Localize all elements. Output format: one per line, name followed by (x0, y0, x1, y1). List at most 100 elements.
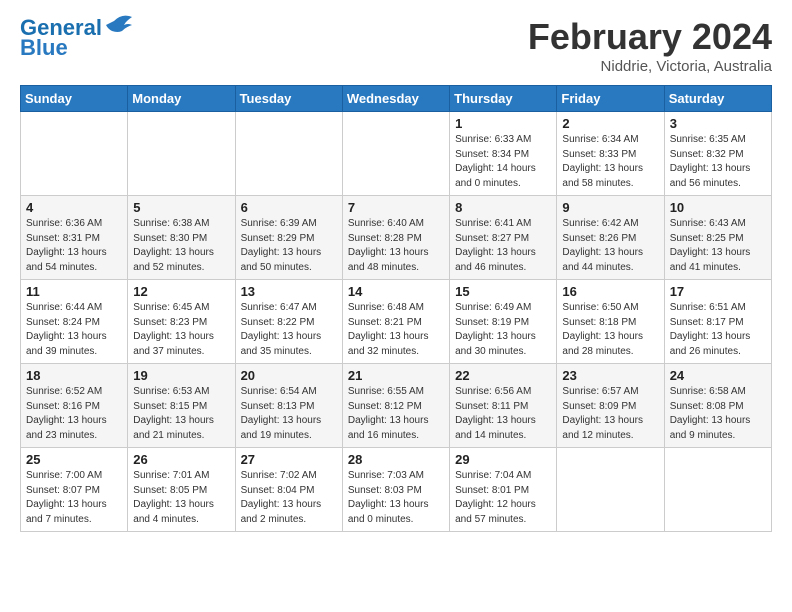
day-info: Sunrise: 6:55 AM Sunset: 8:12 PM Dayligh… (348, 385, 444, 443)
day-number: 25 (26, 452, 122, 467)
header-saturday: Saturday (664, 86, 771, 112)
day-number: 19 (133, 368, 229, 383)
calendar-cell: 22Sunrise: 6:56 AM Sunset: 8:11 PM Dayli… (450, 364, 557, 448)
day-info: Sunrise: 6:45 AM Sunset: 8:23 PM Dayligh… (133, 301, 229, 359)
header-thursday: Thursday (450, 86, 557, 112)
calendar-cell (21, 112, 128, 196)
calendar-cell (235, 112, 342, 196)
day-info: Sunrise: 6:49 AM Sunset: 8:19 PM Dayligh… (455, 301, 551, 359)
day-number: 11 (26, 284, 122, 299)
month-title: February 2024 (528, 16, 772, 58)
calendar-cell: 24 Sunrise: 6:58 AM Sunset: 8:08 PM Dayli… (664, 364, 771, 448)
location: Niddrie, Victoria, Australia (528, 58, 772, 75)
calendar-cell: 11 Sunrise: 6:44 AM Sunset: 8:24 PM Dayli… (21, 280, 128, 364)
day-info: Sunrise: 7:00 AM Sunset: 8:07 PM Dayligh… (26, 469, 122, 527)
day-info: Sunrise: 6:52 AM Sunset: 8:16 PM Dayligh… (26, 385, 122, 443)
day-info: Sunrise: 6:51 AM Sunset: 8:17 PM Dayligh… (670, 301, 766, 359)
calendar-cell: 18Sunrise: 6:52 AM Sunset: 8:16 PM Dayli… (21, 364, 128, 448)
day-number: 14 (348, 284, 444, 299)
calendar-cell: 25 Sunrise: 7:00 AM Sunset: 8:07 PM Dayli… (21, 448, 128, 532)
calendar-cell: 7 Sunrise: 6:40 AM Sunset: 8:28 PM Daylig… (342, 196, 449, 280)
day-info: Sunrise: 6:42 AM Sunset: 8:26 PM Dayligh… (562, 217, 658, 275)
logo-blue-text: Blue (20, 36, 68, 60)
day-info: Sunrise: 6:54 AM Sunset: 8:13 PM Dayligh… (241, 385, 337, 443)
calendar-cell: 26 Sunrise: 7:01 AM Sunset: 8:05 PM Dayli… (128, 448, 235, 532)
title-block: February 2024 Niddrie, Victoria, Austral… (528, 16, 772, 75)
day-info: Sunrise: 6:50 AM Sunset: 8:18 PM Dayligh… (562, 301, 658, 359)
calendar-cell: 9 Sunrise: 6:42 AM Sunset: 8:26 PM Daylig… (557, 196, 664, 280)
calendar-cell: 6Sunrise: 6:39 AM Sunset: 8:29 PM Daylig… (235, 196, 342, 280)
header-wednesday: Wednesday (342, 86, 449, 112)
header-monday: Monday (128, 86, 235, 112)
calendar-cell: 10 Sunrise: 6:43 AM Sunset: 8:25 PM Dayli… (664, 196, 771, 280)
day-number: 9 (562, 200, 658, 215)
day-info: Sunrise: 6:40 AM Sunset: 8:28 PM Dayligh… (348, 217, 444, 275)
day-number: 2 (562, 116, 658, 131)
calendar-cell: 16 Sunrise: 6:50 AM Sunset: 8:18 PM Dayli… (557, 280, 664, 364)
day-info: Sunrise: 6:39 AM Sunset: 8:29 PM Dayligh… (241, 217, 337, 275)
day-number: 28 (348, 452, 444, 467)
day-number: 7 (348, 200, 444, 215)
calendar-cell: 5 Sunrise: 6:38 AM Sunset: 8:30 PM Daylig… (128, 196, 235, 280)
header-friday: Friday (557, 86, 664, 112)
logo-bird-icon (104, 13, 134, 39)
calendar-cell: 21 Sunrise: 6:55 AM Sunset: 8:12 PM Dayli… (342, 364, 449, 448)
day-info: Sunrise: 6:58 AM Sunset: 8:08 PM Dayligh… (670, 385, 766, 443)
calendar-cell: 17Sunrise: 6:51 AM Sunset: 8:17 PM Dayli… (664, 280, 771, 364)
calendar-table: Sunday Monday Tuesday Wednesday Thursday… (20, 85, 772, 532)
day-info: Sunrise: 6:48 AM Sunset: 8:21 PM Dayligh… (348, 301, 444, 359)
calendar-cell: 15 Sunrise: 6:49 AM Sunset: 8:19 PM Dayli… (450, 280, 557, 364)
calendar-cell: 29 Sunrise: 7:04 AM Sunset: 8:01 PM Dayli… (450, 448, 557, 532)
day-number: 21 (348, 368, 444, 383)
day-info: Sunrise: 7:01 AM Sunset: 8:05 PM Dayligh… (133, 469, 229, 527)
day-number: 13 (241, 284, 337, 299)
week-row-4: 18Sunrise: 6:52 AM Sunset: 8:16 PM Dayli… (21, 364, 772, 448)
day-number: 16 (562, 284, 658, 299)
calendar-cell: 20Sunrise: 6:54 AM Sunset: 8:13 PM Dayli… (235, 364, 342, 448)
day-info: Sunrise: 6:34 AM Sunset: 8:33 PM Dayligh… (562, 133, 658, 191)
day-info: Sunrise: 7:04 AM Sunset: 8:01 PM Dayligh… (455, 469, 551, 527)
day-number: 5 (133, 200, 229, 215)
day-number: 23 (562, 368, 658, 383)
calendar-cell (557, 448, 664, 532)
calendar-cell: 13Sunrise: 6:47 AM Sunset: 8:22 PM Dayli… (235, 280, 342, 364)
calendar-cell: 1 Sunrise: 6:33 AM Sunset: 8:34 PM Daylig… (450, 112, 557, 196)
week-row-1: 1 Sunrise: 6:33 AM Sunset: 8:34 PM Daylig… (21, 112, 772, 196)
calendar-cell: 27Sunrise: 7:02 AM Sunset: 8:04 PM Dayli… (235, 448, 342, 532)
calendar-cell: 12 Sunrise: 6:45 AM Sunset: 8:23 PM Dayli… (128, 280, 235, 364)
day-info: Sunrise: 6:33 AM Sunset: 8:34 PM Dayligh… (455, 133, 551, 191)
calendar-cell: 14 Sunrise: 6:48 AM Sunset: 8:21 PM Dayli… (342, 280, 449, 364)
week-row-5: 25 Sunrise: 7:00 AM Sunset: 8:07 PM Dayli… (21, 448, 772, 532)
calendar-cell: 2 Sunrise: 6:34 AM Sunset: 8:33 PM Daylig… (557, 112, 664, 196)
day-info: Sunrise: 7:02 AM Sunset: 8:04 PM Dayligh… (241, 469, 337, 527)
day-number: 10 (670, 200, 766, 215)
day-number: 26 (133, 452, 229, 467)
week-row-3: 11 Sunrise: 6:44 AM Sunset: 8:24 PM Dayli… (21, 280, 772, 364)
calendar-cell: 8 Sunrise: 6:41 AM Sunset: 8:27 PM Daylig… (450, 196, 557, 280)
calendar-page: General Blue February 2024 Niddrie, Vict… (0, 0, 792, 612)
day-info: Sunrise: 6:56 AM Sunset: 8:11 PM Dayligh… (455, 385, 551, 443)
day-number: 29 (455, 452, 551, 467)
header-tuesday: Tuesday (235, 86, 342, 112)
calendar-cell: 19 Sunrise: 6:53 AM Sunset: 8:15 PM Dayli… (128, 364, 235, 448)
day-info: Sunrise: 6:44 AM Sunset: 8:24 PM Dayligh… (26, 301, 122, 359)
day-number: 3 (670, 116, 766, 131)
header-row: Sunday Monday Tuesday Wednesday Thursday… (21, 86, 772, 112)
day-number: 8 (455, 200, 551, 215)
logo: General Blue (20, 16, 134, 60)
day-info: Sunrise: 6:41 AM Sunset: 8:27 PM Dayligh… (455, 217, 551, 275)
day-info: Sunrise: 6:53 AM Sunset: 8:15 PM Dayligh… (133, 385, 229, 443)
day-number: 24 (670, 368, 766, 383)
day-info: Sunrise: 6:35 AM Sunset: 8:32 PM Dayligh… (670, 133, 766, 191)
calendar-cell (664, 448, 771, 532)
calendar-cell: 3 Sunrise: 6:35 AM Sunset: 8:32 PM Daylig… (664, 112, 771, 196)
day-info: Sunrise: 6:43 AM Sunset: 8:25 PM Dayligh… (670, 217, 766, 275)
day-info: Sunrise: 6:36 AM Sunset: 8:31 PM Dayligh… (26, 217, 122, 275)
header: General Blue February 2024 Niddrie, Vict… (20, 16, 772, 75)
day-number: 1 (455, 116, 551, 131)
day-number: 12 (133, 284, 229, 299)
header-sunday: Sunday (21, 86, 128, 112)
day-info: Sunrise: 6:38 AM Sunset: 8:30 PM Dayligh… (133, 217, 229, 275)
day-info: Sunrise: 6:57 AM Sunset: 8:09 PM Dayligh… (562, 385, 658, 443)
day-number: 15 (455, 284, 551, 299)
